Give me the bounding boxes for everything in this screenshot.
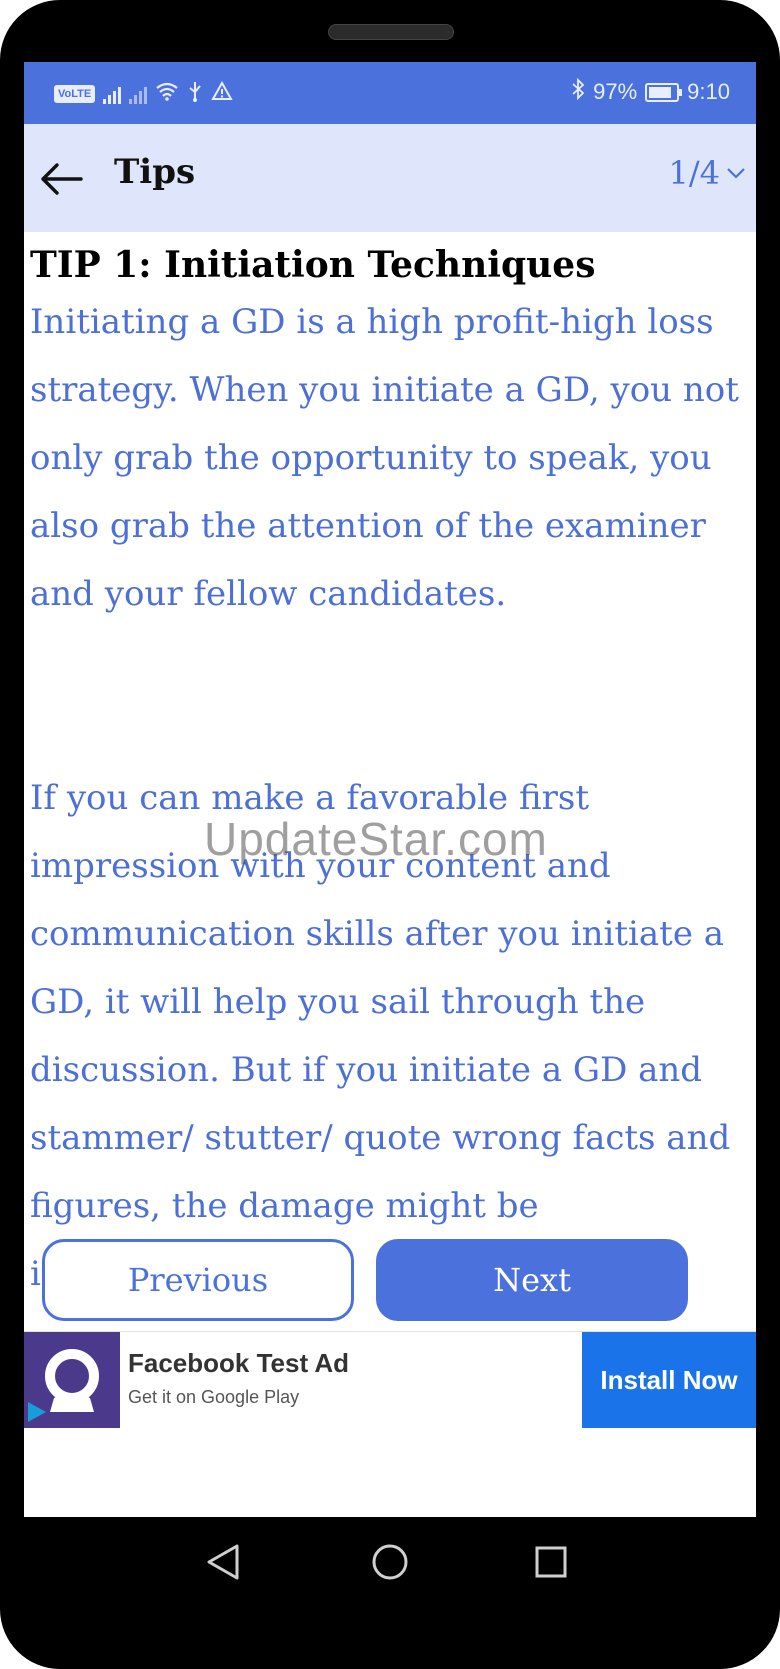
usb-icon (187, 80, 203, 108)
arrow-left-icon (41, 163, 83, 195)
install-now-button[interactable]: Install Now (582, 1332, 756, 1428)
status-bar: VoLTE 97% 9:10 (24, 62, 756, 124)
status-left: VoLTE (54, 80, 233, 108)
nav-back-button[interactable] (200, 1539, 246, 1585)
battery-icon (645, 82, 683, 102)
ad-title: Facebook Test Ad (128, 1348, 350, 1378)
phone-frame: VoLTE 97% 9:10 Tips 1/4 TIP 1: Initiatio… (0, 0, 780, 1669)
wifi-icon (155, 81, 179, 107)
screen: VoLTE 97% 9:10 Tips 1/4 TIP 1: Initiatio… (24, 62, 756, 1517)
warning-icon (211, 80, 233, 107)
square-recents-icon (535, 1546, 567, 1578)
signal-icon (103, 84, 122, 104)
triangle-back-icon (207, 1544, 239, 1580)
app-bar: Tips 1/4 (24, 124, 756, 232)
chevron-down-icon (727, 168, 745, 179)
ad-banner[interactable]: Facebook Test Ad Get it on Google Play I… (24, 1331, 756, 1428)
page-selector[interactable]: 1/4 (669, 154, 747, 192)
tip-paragraph-2: If you can make a favorable first impres… (30, 778, 731, 1294)
tip-content: TIP 1: Initiation Techniques Initiating … (30, 232, 750, 1308)
volte-icon: VoLTE (54, 85, 96, 103)
page-title: Tips (114, 152, 196, 192)
next-button[interactable]: Next (376, 1239, 688, 1321)
back-button[interactable] (36, 154, 86, 204)
tip-paragraph-1: Initiating a GD is a high profit-high lo… (30, 302, 739, 614)
speaker-grille (328, 24, 454, 40)
circle-home-icon (372, 1544, 408, 1580)
tip-heading: TIP 1: Initiation Techniques (30, 244, 596, 286)
system-nav-bar (24, 1517, 756, 1607)
nav-recents-button[interactable] (528, 1539, 574, 1585)
clock: 9:10 (687, 79, 730, 104)
ad-subtitle: Get it on Google Play (128, 1387, 300, 1407)
previous-button[interactable]: Previous (42, 1239, 354, 1321)
ad-app-icon (24, 1332, 120, 1428)
page-indicator: 1/4 (668, 154, 721, 192)
battery-percent: 97% (593, 79, 638, 104)
nav-home-button[interactable] (367, 1539, 413, 1585)
signal-2-icon (129, 84, 148, 104)
status-right: 97% 9:10 (571, 77, 730, 106)
bluetooth-icon (571, 77, 585, 106)
